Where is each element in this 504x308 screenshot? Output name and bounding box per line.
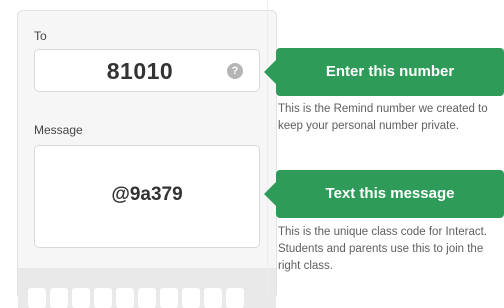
message-field: @9a379	[34, 145, 260, 248]
key	[138, 288, 156, 308]
to-number-field: 81010 ?	[34, 49, 260, 92]
callout-pointer	[264, 182, 276, 206]
callout-description: This is the Remind number we created to …	[278, 103, 488, 132]
key	[226, 288, 244, 308]
key	[160, 288, 178, 308]
callout-title: Enter this number	[276, 48, 504, 96]
key	[50, 288, 68, 308]
phone-mockup: To 81010 ? Message @9a379	[17, 10, 277, 308]
key	[28, 288, 46, 308]
key	[94, 288, 112, 308]
callout-enter-number: Enter this number	[264, 48, 504, 96]
callout-text-message: Text this message	[264, 170, 504, 218]
callout-pointer	[264, 60, 276, 84]
key	[182, 288, 200, 308]
remind-number: 81010	[106, 58, 174, 84]
key	[116, 288, 134, 308]
keyboard-preview	[18, 268, 276, 308]
key	[204, 288, 222, 308]
to-label: To	[34, 29, 47, 43]
question-circle-icon[interactable]: ?	[227, 63, 243, 79]
callout-title: Text this message	[276, 170, 504, 218]
callout-description: This is the unique class code for Intera…	[278, 226, 488, 272]
divider	[267, 0, 268, 293]
message-label: Message	[34, 123, 83, 137]
key	[72, 288, 90, 308]
class-code: @9a379	[111, 184, 183, 205]
